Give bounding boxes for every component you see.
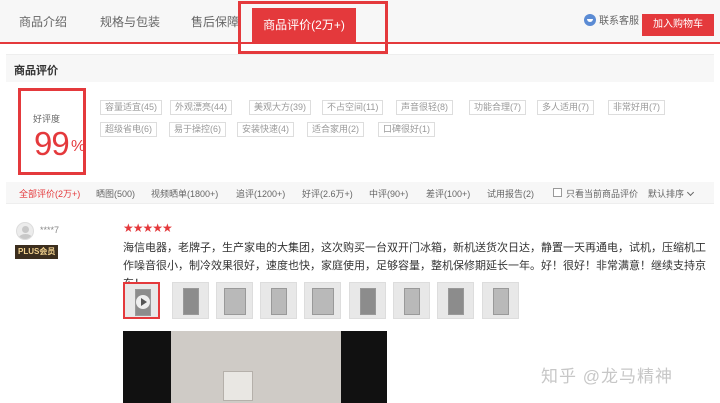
review-tag[interactable]: 非常好用(7) [608,100,665,115]
video-frame [171,331,341,403]
tab-spec-package[interactable]: 规格与包装 [94,0,166,42]
fridge-photo [224,288,246,315]
play-icon [136,295,150,309]
positive-rate-label: 好评度 [33,114,61,124]
positive-rate-value: 99 [34,125,70,162]
review-section-header: 商品评价 [6,54,714,82]
fridge-photo [183,288,199,315]
review-tag[interactable]: 容量适宜(45) [100,100,163,115]
filter-all-reviews[interactable]: 全部评价(2万+) [19,187,80,200]
review-video-player[interactable] [123,331,387,403]
filter-with-photos[interactable]: 晒图(500) [96,187,135,200]
only-current-product-checkbox[interactable] [553,188,562,197]
filter-neutral[interactable]: 中评(90+) [369,187,408,200]
filter-trial-report[interactable]: 试用报告(2) [487,187,534,200]
filter-follow-up[interactable]: 追评(1200+) [236,187,285,200]
fridge-photo [493,288,509,315]
sort-dropdown[interactable]: 默认排序 [648,187,695,200]
review-tag[interactable]: 口碑很好(1) [378,122,435,137]
review-photo-thumbnail[interactable] [172,282,209,319]
tab-product-intro[interactable]: 商品介绍 [8,0,78,42]
only-current-product-label: 只看当前商品评价 [566,189,639,199]
filter-negative[interactable]: 差评(100+) [426,187,470,200]
review-tag[interactable]: 美观大方(39) [249,100,312,115]
zhihu-watermark: 知乎 @龙马精神 [541,367,673,386]
review-photo-thumbnail[interactable] [437,282,474,319]
review-tag[interactable]: 不占空间(11) [322,100,384,115]
review-tag[interactable]: 多人适用(7) [537,100,594,115]
positive-rate-box: 好评度 99 % [18,88,86,175]
review-photo-thumbnail[interactable] [260,282,297,319]
avatar [16,222,34,240]
review-tag[interactable]: 易于操控(6) [169,122,226,137]
review-tag[interactable]: 功能合理(7) [469,100,526,115]
review-photo-thumbnail[interactable] [393,282,430,319]
contact-service-label: 联系客服 [599,16,639,27]
review-tag[interactable]: 适合家用(2) [307,122,364,137]
video-fridge-image [223,371,253,401]
fridge-photo [312,288,334,315]
customer-service-icon [584,14,596,26]
filter-video-reviews[interactable]: 视频晒单(1800+) [151,187,218,200]
fridge-photo [448,288,464,315]
review-tag[interactable]: 超级省电(6) [100,122,157,137]
reviewer-username: ****7 [40,225,60,235]
sort-label: 默认排序 [648,189,685,199]
review-tag[interactable]: 外观漂亮(44) [170,100,233,115]
review-tag[interactable]: 声音很轻(8) [396,100,453,115]
section-title: 商品评价 [14,65,58,77]
review-photo-thumbnail[interactable] [482,282,519,319]
star-rating: ★★★★★ [123,221,173,235]
fridge-photo [404,288,420,315]
positive-rate-unit: % [71,138,86,155]
fridge-photo [271,288,287,315]
review-photo-thumbnail[interactable] [216,282,253,319]
chevron-down-icon [686,188,695,197]
review-video-thumbnail[interactable] [123,282,160,319]
highlight-box-review-tab [238,1,388,54]
review-photo-thumbnail[interactable] [349,282,386,319]
review-tag[interactable]: 安装快速(4) [237,122,294,137]
add-to-cart-button[interactable]: 加入购物车 [642,14,714,36]
contact-service-link[interactable]: 联系客服 [584,14,639,30]
filter-positive[interactable]: 好评(2.6万+) [302,187,353,200]
plus-member-badge: PLUS会员 [15,245,59,259]
fridge-photo [360,288,376,315]
review-photo-thumbnail[interactable] [304,282,341,319]
